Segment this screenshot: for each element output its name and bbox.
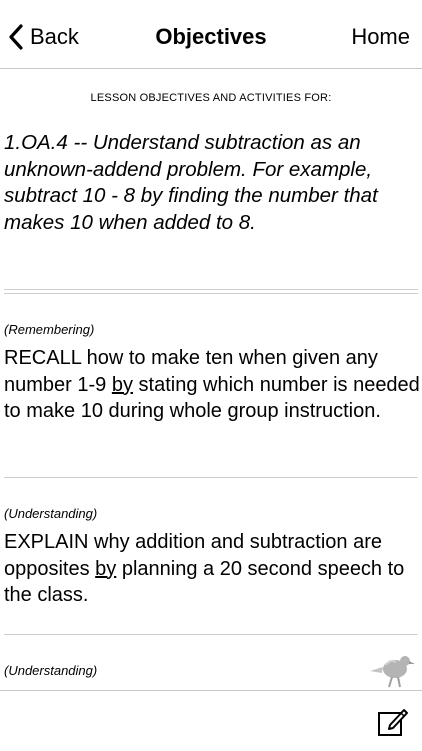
objective-divider: [4, 634, 418, 635]
section-divider: [4, 289, 418, 294]
chevron-left-icon: [9, 24, 23, 50]
objective-level: (Remembering): [4, 322, 95, 337]
lesson-header: LESSON OBJECTIVES AND ACTIVITIES FOR:: [90, 92, 332, 104]
objective-level: (Understanding): [4, 506, 98, 521]
edit-icon[interactable]: [376, 705, 410, 739]
bottom-toolbar: [0, 690, 422, 751]
navigation-bar: Back Objectives Home: [0, 0, 422, 69]
objective-text: RECALL how to make ten when given any nu…: [4, 347, 420, 422]
kiwi-bird-icon: [370, 656, 415, 688]
home-button[interactable]: Home: [351, 24, 410, 50]
back-label: Back: [30, 24, 79, 49]
standard-description: 1.OA.4 -- Understand subtraction as an u…: [4, 131, 378, 234]
objective-text: EXPLAIN why addition and subtraction are…: [4, 531, 405, 606]
back-button[interactable]: Back: [8, 20, 79, 54]
objective-level: (Understanding): [4, 663, 98, 678]
objective-divider: [4, 477, 418, 478]
